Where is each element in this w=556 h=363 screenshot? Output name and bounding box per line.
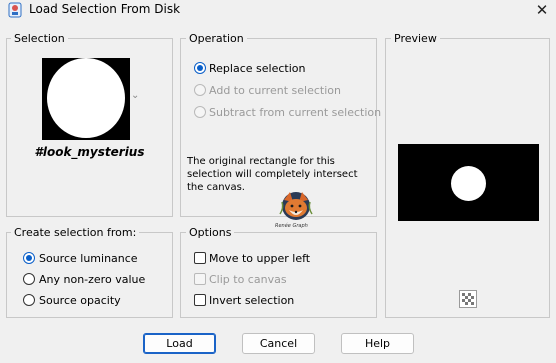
create-from-group-label: Create selection from: [11, 226, 140, 239]
chevron-down-icon[interactable]: ⌄ [131, 90, 139, 102]
options-group-label: Options [186, 226, 235, 239]
move-upper-left-label[interactable]: Move to upper left [209, 252, 310, 265]
selection-group-label: Selection [11, 32, 68, 45]
app-icon [7, 2, 23, 18]
clip-to-canvas-label[interactable]: Clip to canvas [209, 273, 287, 286]
invert-selection-checkbox[interactable] [194, 294, 206, 306]
source-opacity-label[interactable]: Source opacity [39, 294, 121, 307]
any-non-zero-label[interactable]: Any non-zero value [39, 273, 145, 286]
operation-group-label: Operation [186, 32, 247, 45]
checkerboard-icon[interactable] [459, 290, 477, 308]
source-luminance-radio[interactable] [23, 252, 35, 264]
load-button[interactable]: Load [143, 333, 216, 354]
help-button[interactable]: Help [341, 333, 414, 354]
preview-circle [451, 166, 486, 201]
cancel-button[interactable]: Cancel [242, 333, 315, 354]
preview-group-label: Preview [391, 32, 440, 45]
move-upper-left-checkbox[interactable] [194, 252, 206, 264]
thumbnail-circle [47, 58, 125, 138]
title-bar: Load Selection From Disk ✕ [0, 0, 556, 22]
window-title: Load Selection From Disk [29, 2, 181, 16]
watermark-logo [272, 190, 322, 226]
replace-selection-label[interactable]: Replace selection [209, 62, 305, 75]
intersect-note-line: The original rectangle for this [187, 156, 335, 167]
source-luminance-label[interactable]: Source luminance [39, 252, 138, 265]
replace-selection-radio[interactable] [194, 62, 206, 74]
add-to-selection-radio[interactable] [194, 84, 206, 96]
invert-selection-label[interactable]: Invert selection [209, 294, 294, 307]
selection-name: #look_mysterius [34, 145, 145, 159]
subtract-selection-radio[interactable] [194, 106, 206, 118]
intersect-note-line: selection will completely intersect [187, 169, 358, 180]
any-non-zero-radio[interactable] [23, 273, 35, 285]
clip-to-canvas-checkbox[interactable] [194, 273, 206, 285]
close-icon[interactable]: ✕ [531, 0, 553, 20]
watermark-signature: Renée Graph [275, 223, 308, 229]
selection-thumbnail[interactable] [42, 58, 130, 140]
subtract-selection-label[interactable]: Subtract from current selection [209, 106, 381, 119]
preview-image [398, 144, 539, 221]
add-to-selection-label[interactable]: Add to current selection [209, 84, 341, 97]
intersect-note: The original rectangle for this selectio… [187, 155, 357, 194]
source-opacity-radio[interactable] [23, 294, 35, 306]
